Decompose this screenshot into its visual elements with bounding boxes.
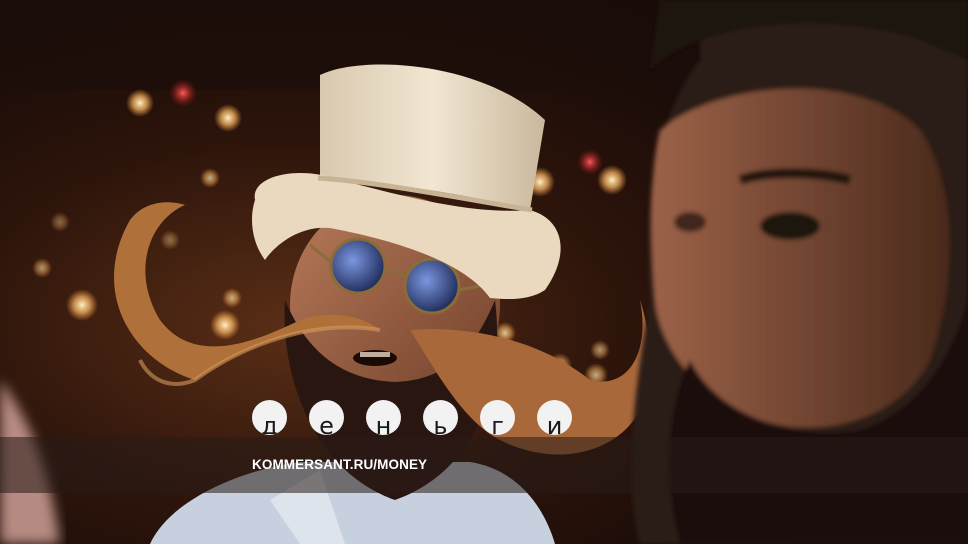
logo-letter-circle: е	[309, 400, 344, 435]
logo-letter-circle: г	[480, 400, 515, 435]
site-url: KOMMERSANT.RU/MONEY	[252, 457, 428, 472]
logo-letter-circle: ь	[423, 400, 458, 435]
logo-letter: н	[375, 412, 392, 435]
branding-band	[0, 437, 968, 493]
logo-letter: г	[491, 412, 504, 435]
logo-letter: ь	[433, 412, 448, 435]
logo-letter: е	[319, 412, 334, 435]
logo-letter: д	[261, 412, 278, 435]
logo-letter-circle: н	[366, 400, 401, 435]
dengi-logo: д е н ь г и	[252, 400, 572, 438]
logo-letter-circle: д	[252, 400, 287, 435]
logo-letter: и	[546, 412, 563, 435]
logo-letter-circle: и	[537, 400, 572, 435]
